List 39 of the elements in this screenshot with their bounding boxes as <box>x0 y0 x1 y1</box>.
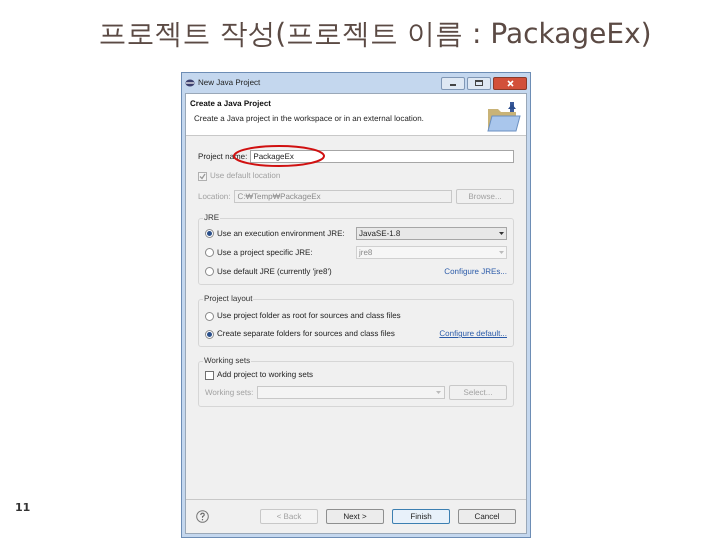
radio-button[interactable] <box>205 267 214 276</box>
field-label: Location: <box>198 192 230 202</box>
minimize-button[interactable] <box>441 76 465 90</box>
radio-label: Create separate folders for sources and class files <box>217 329 395 339</box>
page-number: 11 <box>15 500 30 516</box>
checkbox-label: Add project to working sets <box>217 370 314 380</box>
radio-button[interactable] <box>205 229 214 238</box>
radio-label: Use a project specific JRE: <box>217 248 314 258</box>
dropdown[interactable]: JavaSE-1.8 <box>356 227 507 240</box>
checkbox-label: Use default location <box>210 171 280 181</box>
radio-button[interactable] <box>205 312 214 320</box>
dropdown-arrow-icon <box>436 391 441 394</box>
project-name-field[interactable]: PackageEx <box>250 150 514 163</box>
header-description: Create a Java project in the workspace or in an external location. <box>193 114 424 124</box>
slide-title: 프로젝트 작성(프로젝트 이름 : PackageEx) <box>98 16 652 52</box>
close-icon <box>506 80 514 86</box>
header-title: Create a Java Project <box>190 99 272 109</box>
dialog-button[interactable]: Finish <box>392 509 450 524</box>
radio-label: Use default JRE (currently 'jre8') <box>217 266 333 276</box>
field-label: Working sets: <box>205 388 254 398</box>
group-title: JRE <box>203 213 220 223</box>
folder-icon <box>486 101 522 133</box>
dropdown-arrow-icon <box>499 251 504 254</box>
radio-button[interactable] <box>205 248 214 257</box>
dialog-button[interactable]: Cancel <box>458 509 516 524</box>
group-title: Project layout <box>203 294 254 304</box>
radio-button[interactable] <box>205 330 214 338</box>
dropdown-arrow-icon <box>499 232 504 235</box>
radio-label: Use an execution environment JRE: <box>217 228 346 238</box>
radio-label: Use project folder as root for sources and class files <box>217 311 401 321</box>
configure-jres-link[interactable]: Configure JREs... <box>444 266 507 276</box>
close-button[interactable] <box>493 76 527 90</box>
help-icon[interactable] <box>196 510 209 523</box>
configure-default-link[interactable]: Configure default... <box>439 329 507 339</box>
dialog-button[interactable]: Next > <box>326 509 384 524</box>
window-title: New Java Project <box>198 78 260 88</box>
group-title: Working sets <box>203 356 252 366</box>
java-app-icon <box>185 79 195 87</box>
maximize-button[interactable] <box>467 76 491 90</box>
